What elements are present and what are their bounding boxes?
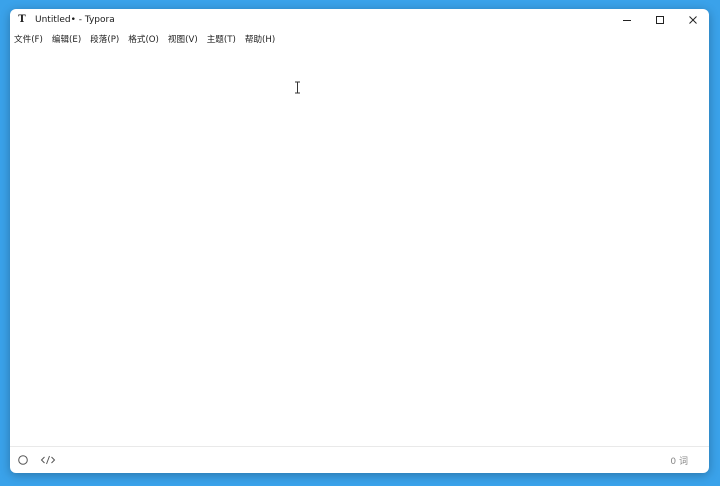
window-title: Untitled• - Typora (35, 14, 115, 25)
menu-help[interactable]: 帮助(H) (245, 33, 275, 45)
minimize-icon (622, 19, 631, 21)
typora-app-icon: T (18, 13, 26, 25)
menu-edit[interactable]: 编辑(E) (52, 33, 81, 45)
outline-toggle-button[interactable] (16, 447, 30, 473)
source-mode-button[interactable] (39, 447, 57, 473)
maximize-icon (655, 15, 664, 24)
window-controls (610, 9, 709, 30)
menu-bar: 文件(F) 编辑(E) 段落(P) 格式(O) 视图(V) 主题(T) 帮助(H… (10, 30, 709, 48)
text-cursor-icon (293, 79, 302, 94)
typora-window: T Untitled• - Typora 文件(F) 编辑(E) 段落(P) 格… (10, 9, 709, 473)
circle-icon (18, 455, 28, 465)
title-bar[interactable]: T Untitled• - Typora (10, 9, 709, 30)
menu-format[interactable]: 格式(O) (128, 33, 159, 45)
editor-area[interactable] (10, 48, 709, 447)
menu-theme[interactable]: 主题(T) (207, 33, 236, 45)
menu-file[interactable]: 文件(F) (14, 33, 43, 45)
word-count[interactable]: 0 词 (670, 454, 688, 467)
close-icon (688, 15, 697, 24)
status-bar: 0 词 (10, 446, 709, 473)
minimize-button[interactable] (610, 9, 643, 30)
close-button[interactable] (676, 9, 709, 30)
menu-paragraph[interactable]: 段落(P) (90, 33, 119, 45)
code-icon (40, 455, 56, 465)
menu-view[interactable]: 视图(V) (168, 33, 198, 45)
maximize-button[interactable] (643, 9, 676, 30)
